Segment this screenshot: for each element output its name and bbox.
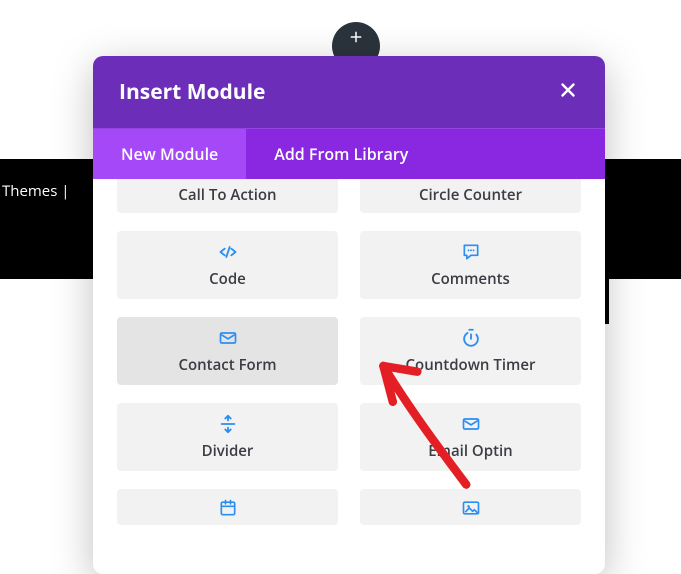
module-label: Contact Form xyxy=(178,355,276,375)
tab-new-module[interactable]: New Module xyxy=(93,129,246,179)
module-code[interactable]: Code xyxy=(117,231,338,299)
module-contact-form[interactable]: Contact Form xyxy=(117,317,338,385)
code-icon xyxy=(216,241,240,263)
breadcrumb-text: Themes | xyxy=(0,181,69,201)
tab-add-from-library[interactable]: Add From Library xyxy=(246,129,436,179)
module-label: Circle Counter xyxy=(419,185,522,205)
envelope-icon xyxy=(460,413,482,435)
module-item[interactable] xyxy=(360,489,581,525)
calendar-icon xyxy=(217,497,239,519)
envelope-icon xyxy=(217,327,239,349)
insert-module-modal: Insert Module New Module Add From Librar… xyxy=(93,56,605,574)
timer-icon xyxy=(460,327,482,349)
module-comments[interactable]: Comments xyxy=(360,231,581,299)
divider-icon xyxy=(217,413,239,435)
module-divider[interactable]: Divider xyxy=(117,403,338,471)
modal-tabs: New Module Add From Library xyxy=(93,128,605,179)
close-icon xyxy=(557,79,579,101)
megaphone-icon xyxy=(217,179,239,180)
modal-close-button[interactable] xyxy=(557,79,579,105)
circle-counter-icon xyxy=(460,179,482,180)
module-label: Email Optin xyxy=(428,441,512,461)
image-icon xyxy=(460,497,482,519)
module-label: Divider xyxy=(202,441,254,461)
module-label: Comments xyxy=(431,269,510,289)
module-circle-counter[interactable]: Circle Counter xyxy=(360,179,581,213)
plus-icon xyxy=(347,28,365,46)
modal-body: Call To Action Circle Counter Code Comm xyxy=(93,179,605,574)
modal-title: Insert Module xyxy=(119,78,265,106)
module-call-to-action[interactable]: Call To Action xyxy=(117,179,338,213)
module-countdown-timer[interactable]: Countdown Timer xyxy=(360,317,581,385)
module-item[interactable] xyxy=(117,489,338,525)
module-label: Countdown Timer xyxy=(406,355,536,375)
module-label: Code xyxy=(209,269,246,289)
module-label: Call To Action xyxy=(178,185,276,205)
module-email-optin[interactable]: Email Optin xyxy=(360,403,581,471)
modal-header: Insert Module xyxy=(93,56,605,128)
module-grid: Call To Action Circle Counter Code Comm xyxy=(117,179,581,525)
comments-icon xyxy=(460,241,482,263)
